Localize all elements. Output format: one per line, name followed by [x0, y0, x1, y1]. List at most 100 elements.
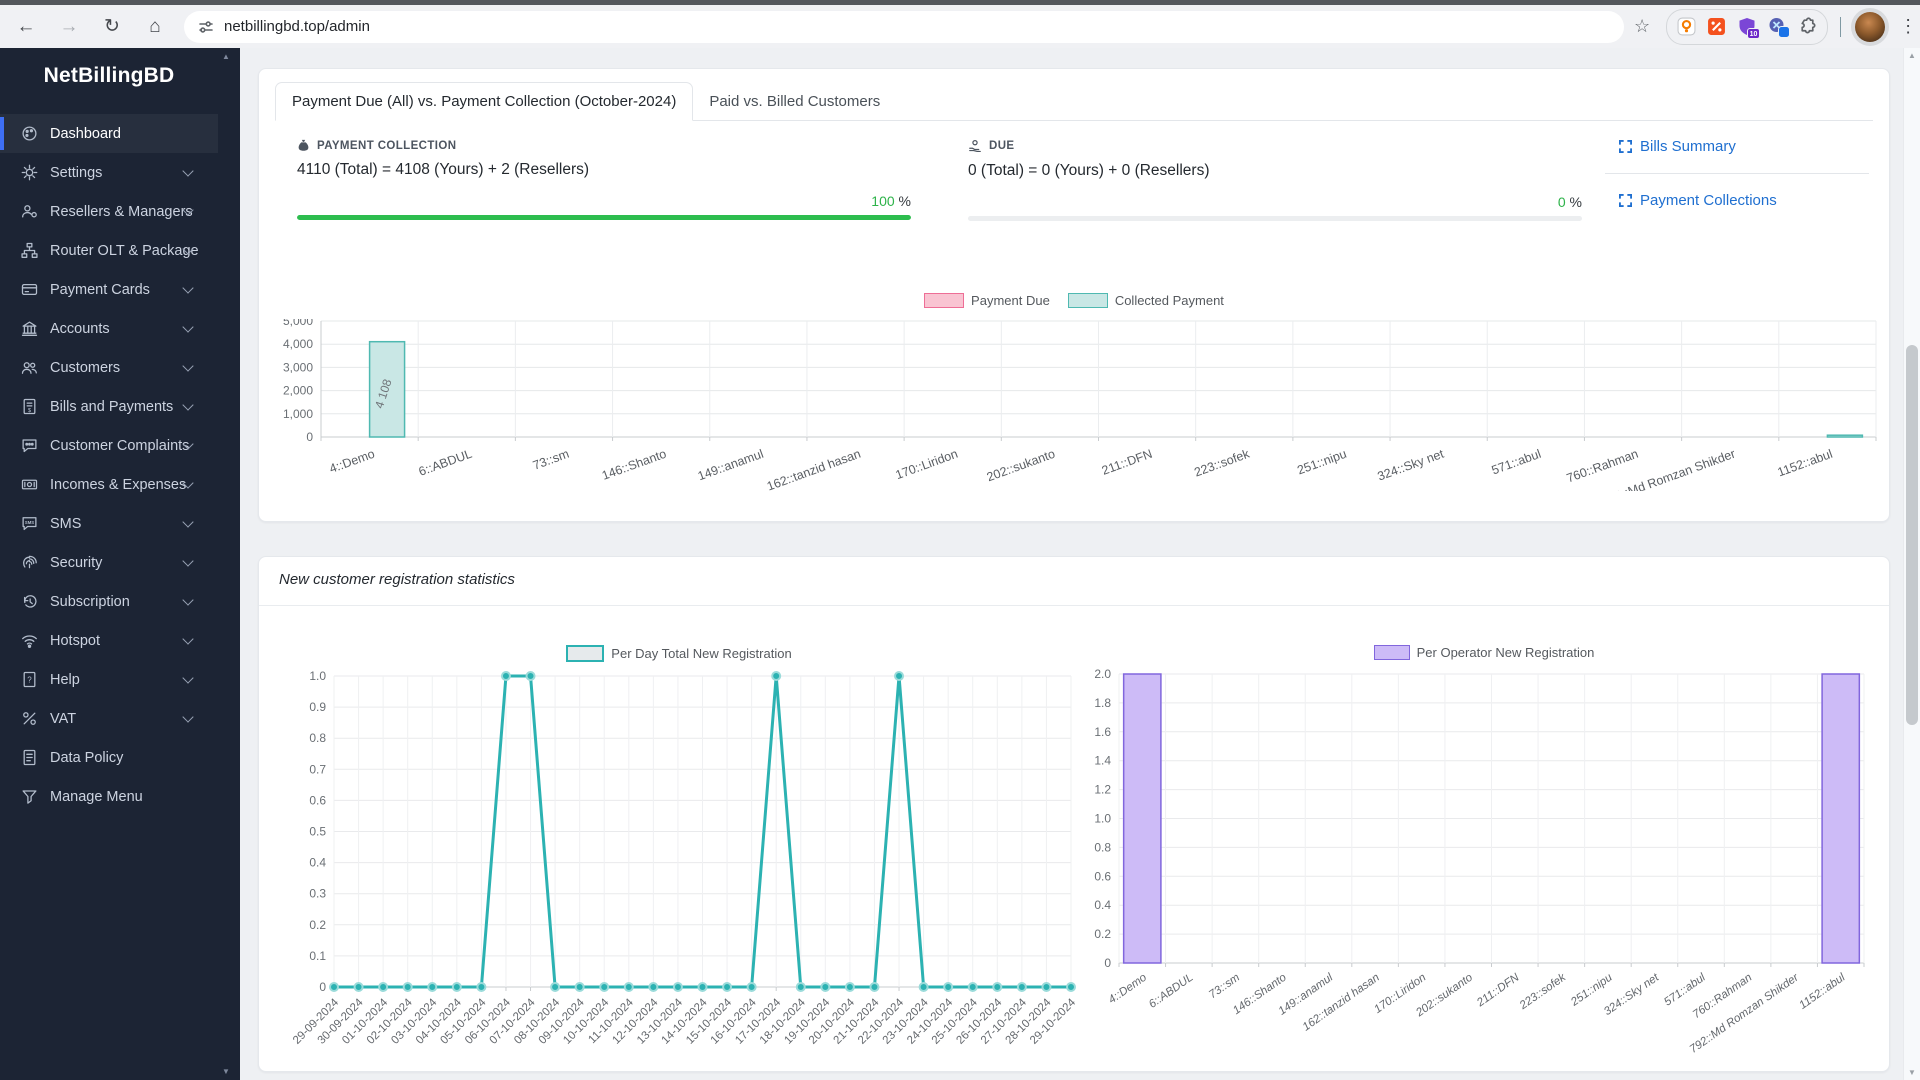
address-bar[interactable]: netbillingbd.top/admin	[184, 10, 1624, 43]
legend-payment-due[interactable]: Payment Due	[924, 293, 1050, 308]
svg-text:1.2: 1.2	[1094, 783, 1111, 797]
sidebar-item-label: Help	[50, 671, 80, 688]
scrollbar-thumb[interactable]	[1906, 345, 1918, 725]
payment-collection-progressbar	[297, 215, 911, 220]
sidebar: NetBillingBD Dashboard Settings Resellers …	[0, 48, 240, 1080]
sidebar-item-resellers-managers[interactable]: Resellers & Managers	[0, 192, 218, 231]
svg-text:0.9: 0.9	[309, 700, 326, 714]
svg-text:73::sm: 73::sm	[1207, 971, 1242, 1001]
sidebar-item-customers[interactable]: Customers	[0, 348, 218, 387]
sidebar-item-manage-menu[interactable]: Manage Menu	[0, 777, 218, 816]
expand-icon	[1619, 194, 1632, 207]
sidebar-item-accounts[interactable]: Accounts	[0, 309, 218, 348]
sidebar-item-sms[interactable]: SMS SMS	[0, 504, 218, 543]
svg-text:4::Demo: 4::Demo	[1107, 971, 1150, 1006]
chevron-down-icon	[182, 359, 194, 372]
sidebar-item-dashboard[interactable]: Dashboard	[0, 114, 218, 153]
svg-text:1.0: 1.0	[1094, 812, 1111, 826]
extension-blue-icon[interactable]	[1768, 17, 1791, 38]
sidebar-item-bills-and-payments[interactable]: $ Bills and Payments	[0, 387, 218, 426]
sidebar-scroll-up-icon[interactable]: ▲	[222, 52, 230, 61]
legend-per-day[interactable]: Per Day Total New Registration	[566, 645, 792, 662]
legend-collected-payment[interactable]: Collected Payment	[1067, 293, 1224, 308]
svg-text:0.7: 0.7	[309, 762, 326, 776]
extensions-puzzle-icon[interactable]	[1798, 17, 1817, 36]
per-day-chart-box: Per Day Total New Registration 0 0.1 0.2 0.…	[279, 637, 1079, 1067]
site-info-icon[interactable]	[198, 19, 214, 35]
card-links: Bills Summary Payment Collections	[1605, 129, 1869, 218]
due-summary: 0 (Total) = 0 (Yours) + 0 (Resellers)	[968, 162, 1210, 179]
sidebar-item-router-olt-package[interactable]: Router OLT & Package	[0, 231, 218, 270]
palette-icon	[21, 125, 38, 142]
sitemap-icon	[21, 242, 38, 259]
bookmark-star-icon[interactable]: ☆	[1634, 16, 1650, 37]
sidebar-item-settings[interactable]: Settings	[0, 153, 218, 192]
svg-text:4,000: 4,000	[283, 337, 313, 351]
svg-text:SMS: SMS	[25, 520, 34, 525]
scroll-down-icon[interactable]: ▼	[1904, 1068, 1920, 1077]
svg-text:1152::abul: 1152::abul	[1776, 447, 1835, 480]
sidebar-item-label: Customers	[50, 359, 121, 376]
sidebar-item-label: SMS	[50, 515, 82, 532]
svg-text:211::DFN: 211::DFN	[1100, 447, 1154, 478]
sidebar-item-incomes-expenses[interactable]: Incomes & Expenses	[0, 465, 218, 504]
sidebar-scroll-down-icon[interactable]: ▼	[222, 1067, 230, 1076]
card-header-divider	[259, 605, 1889, 606]
svg-text:6::ABDUL: 6::ABDUL	[417, 447, 474, 479]
sidebar-item-hotspot[interactable]: Hotspot	[0, 621, 218, 660]
file-invoice-dollar-icon: $	[21, 398, 38, 415]
file-lines-icon	[21, 749, 38, 766]
main-content: Payment Due (All) vs. Payment Collection…	[240, 48, 1920, 1080]
sidebar-item-data-policy[interactable]: Data Policy	[0, 738, 218, 777]
svg-text:324::Sky net: 324::Sky net	[1376, 446, 1447, 483]
sidebar-item-customer-complaints[interactable]: Customer Complaints	[0, 426, 218, 465]
bills-summary-link[interactable]: Bills Summary	[1619, 129, 1869, 164]
sidebar-item-vat[interactable]: VAT	[0, 699, 218, 738]
forward-icon[interactable]: →	[52, 10, 86, 44]
registration-card-title: New customer registration statistics	[279, 571, 515, 588]
help-file-icon: ?	[21, 671, 38, 688]
sidebar-nav: Dashboard Settings Resellers & Managers Rou…	[0, 114, 218, 816]
payment-collection-summary: 4110 (Total) = 4108 (Yours) + 2 (Reselle…	[297, 161, 590, 178]
svg-text:571::abul: 571::abul	[1490, 447, 1543, 478]
gear-icon	[21, 164, 38, 181]
legend-per-operator[interactable]: Per Operator New Registration	[1373, 645, 1594, 660]
tab-payment-due-vs-collection[interactable]: Payment Due (All) vs. Payment Collection…	[275, 82, 694, 121]
sidebar-item-label: Resellers & Managers	[50, 203, 193, 220]
payment-collections-link[interactable]: Payment Collections	[1619, 183, 1869, 218]
chevron-down-icon	[182, 710, 194, 723]
back-icon[interactable]: ←	[9, 10, 43, 44]
sidebar-item-label: Subscription	[50, 593, 130, 610]
profile-avatar[interactable]	[1855, 11, 1886, 42]
svg-text:3,000: 3,000	[283, 360, 313, 374]
sidebar-item-help[interactable]: ? Help	[0, 660, 218, 699]
svg-text:0.3: 0.3	[309, 887, 326, 901]
sidebar-item-label: Accounts	[50, 320, 110, 337]
per-day-legend: Per Day Total New Registration	[279, 645, 1079, 662]
url-text[interactable]: netbillingbd.top/admin	[224, 18, 370, 35]
due-stat: DUE 0 (Total) = 0 (Yours) + 0 (Resellers…	[968, 139, 1582, 221]
extension-orange-icon[interactable]	[1677, 17, 1696, 36]
per-day-line-chart: 00.10.20.30.40.50.60.70.80.91.029-09-202…	[291, 669, 1079, 1047]
home-icon[interactable]: ⌂	[138, 10, 172, 44]
tab-paid-vs-billed[interactable]: Paid vs. Billed Customers	[693, 83, 896, 120]
sidebar-item-label: Dashboard	[50, 125, 121, 142]
sidebar-item-label: Customer Complaints	[50, 437, 190, 454]
due-percent: 0 %	[1557, 194, 1582, 210]
extension-red-icon[interactable]	[1707, 17, 1726, 36]
browser-menu-icon[interactable]: ⋮	[1899, 16, 1917, 37]
scroll-up-icon[interactable]: ▲	[1904, 51, 1920, 60]
sidebar-item-security[interactable]: Security	[0, 543, 218, 582]
svg-text:2,000: 2,000	[283, 384, 313, 398]
sidebar-item-payment-cards[interactable]: Payment Cards	[0, 270, 218, 309]
svg-text:1.6: 1.6	[1094, 725, 1111, 739]
sidebar-item-label: Payment Cards	[50, 281, 150, 298]
chevron-down-icon	[182, 398, 194, 411]
due-label: DUE	[968, 139, 1582, 153]
extension-shield-icon[interactable]: 10	[1737, 17, 1761, 39]
extensions-group: 10	[1666, 8, 1829, 45]
toolbar-separator	[1840, 16, 1842, 37]
reload-icon[interactable]: ↻	[95, 10, 129, 44]
sidebar-item-subscription[interactable]: Subscription	[0, 582, 218, 621]
sidebar-item-label: Hotspot	[50, 632, 100, 649]
